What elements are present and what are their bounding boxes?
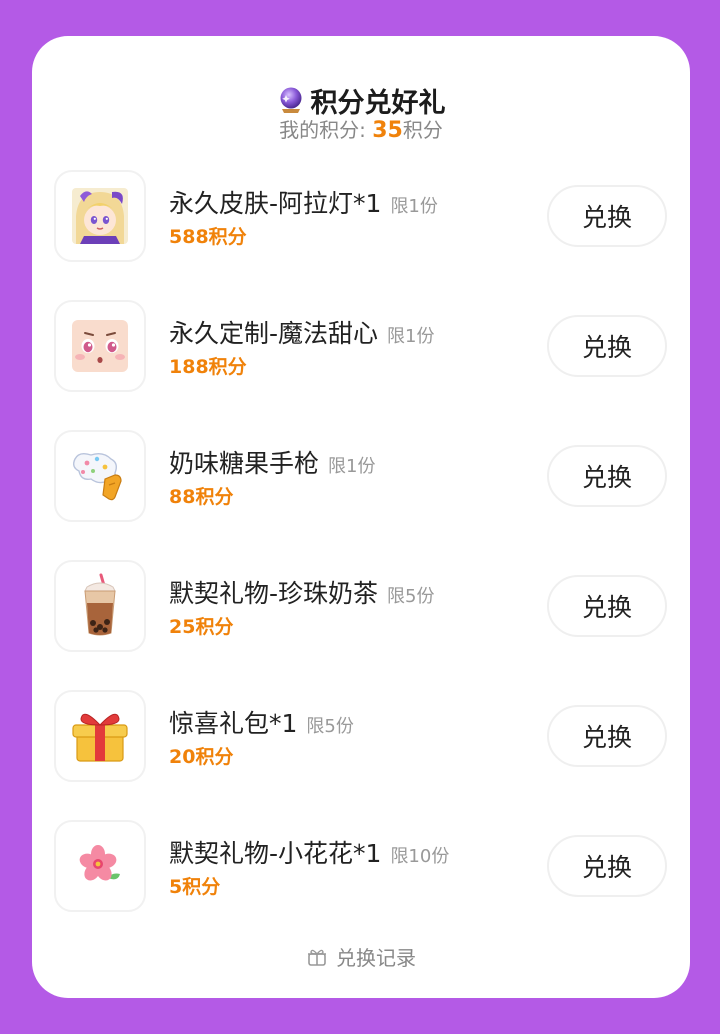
item-name: 默契礼物-珍珠奶茶 — [169, 579, 379, 608]
item-title: 惊喜礼包*1 限5份 — [169, 704, 354, 740]
item-price: 5积分 — [169, 876, 221, 898]
points-unit: 积分 — [402, 118, 443, 142]
item-title: 永久皮肤-阿拉灯*1 限1份 — [169, 184, 438, 220]
item-name: 永久定制-魔法甜心 — [169, 319, 379, 348]
gift-record-icon — [306, 946, 328, 968]
exchange-button[interactable]: 兑换 — [547, 575, 667, 637]
item-price: 20积分 — [169, 746, 234, 768]
list-item: 永久定制-魔法甜心 限1份 188积分 兑换 — [32, 300, 690, 430]
item-name: 默契礼物-小花花*1 — [169, 839, 382, 868]
footer-label: 兑换记录 — [336, 946, 416, 970]
list-item: 默契礼物-珍珠奶茶 限5份 25积分 兑换 — [32, 560, 690, 690]
cute-face-icon — [54, 300, 146, 392]
item-title: 奶味糖果手枪 限1份 — [169, 444, 375, 480]
anime-girl-avatar-icon — [54, 170, 146, 262]
points-value: 35 — [372, 118, 403, 143]
gift-box-icon — [54, 690, 146, 782]
flower-icon — [54, 820, 146, 912]
item-price: 88积分 — [169, 486, 234, 508]
item-limit: 限5份 — [387, 586, 435, 607]
exchange-button[interactable]: 兑换 — [547, 315, 667, 377]
item-price: 25积分 — [169, 616, 234, 638]
item-name: 永久皮肤-阿拉灯*1 — [169, 189, 382, 218]
exchange-record-link[interactable]: 兑换记录 — [32, 942, 690, 971]
title-row: 积分兑好礼 — [32, 80, 690, 120]
item-limit: 限1份 — [387, 326, 435, 347]
bubble-tea-icon — [54, 560, 146, 652]
exchange-button[interactable]: 兑换 — [547, 185, 667, 247]
page-title: 积分兑好礼 — [310, 87, 446, 119]
reward-list: 永久皮肤-阿拉灯*1 限1份 588积分 兑换 永久定制-魔法甜心 限1份 18… — [32, 170, 690, 950]
exchange-button[interactable]: 兑换 — [547, 445, 667, 507]
item-title: 永久定制-魔法甜心 限1份 — [169, 314, 434, 350]
item-limit: 限10份 — [390, 846, 450, 867]
candy-gun-icon — [54, 430, 146, 522]
item-limit: 限1份 — [328, 456, 376, 477]
item-limit: 限1份 — [390, 196, 438, 217]
list-item: 默契礼物-小花花*1 限10份 5积分 兑换 — [32, 820, 690, 950]
my-points: 我的积分: 35积分 — [32, 116, 690, 145]
item-name: 惊喜礼包*1 — [169, 709, 298, 738]
item-limit: 限5份 — [306, 716, 354, 737]
item-title: 默契礼物-珍珠奶茶 限5份 — [169, 574, 434, 610]
list-item: 永久皮肤-阿拉灯*1 限1份 588积分 兑换 — [32, 170, 690, 300]
item-name: 奶味糖果手枪 — [169, 449, 320, 478]
exchange-card: 积分兑好礼 我的积分: 35积分 永久皮肤-阿拉灯*1 限1份 588积分 兑换… — [32, 36, 690, 998]
list-item: 奶味糖果手枪 限1份 88积分 兑换 — [32, 430, 690, 560]
exchange-button[interactable]: 兑换 — [547, 835, 667, 897]
list-item: 惊喜礼包*1 限5份 20积分 兑换 — [32, 690, 690, 820]
item-price: 188积分 — [169, 356, 247, 378]
item-title: 默契礼物-小花花*1 限10份 — [169, 834, 449, 870]
points-label: 我的积分: — [279, 118, 373, 142]
crystal-ball-icon — [277, 86, 305, 114]
exchange-button[interactable]: 兑换 — [547, 705, 667, 767]
item-price: 588积分 — [169, 226, 247, 248]
